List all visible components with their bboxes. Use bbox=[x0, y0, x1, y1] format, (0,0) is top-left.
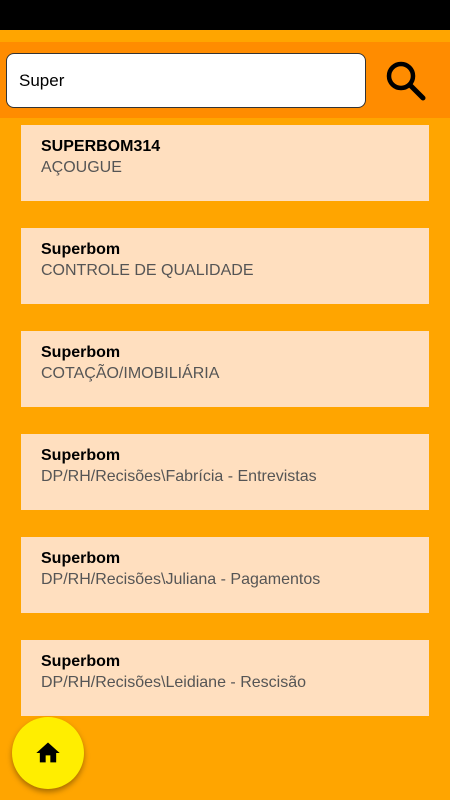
status-bar bbox=[0, 0, 450, 30]
item-subtitle: DP/RH/Recisões\Fabrícia - Entrevistas bbox=[41, 468, 317, 485]
item-title: Superbom bbox=[41, 344, 121, 361]
search-button[interactable] bbox=[378, 55, 434, 107]
list-item[interactable]: Superbom CONTROLE DE QUALIDADE bbox=[21, 228, 429, 304]
item-subtitle: DP/RH/Recisões\Leidiane - Rescisão bbox=[41, 674, 306, 691]
search-input[interactable] bbox=[6, 53, 366, 108]
results-list: SUPERBOM314 AÇOUGUE Superbom CONTROLE DE… bbox=[21, 125, 429, 743]
item-subtitle: COTAÇÃO/IMOBILIÁRIA bbox=[41, 365, 220, 382]
item-subtitle: CONTROLE DE QUALIDADE bbox=[41, 262, 254, 279]
list-item[interactable]: SUPERBOM314 AÇOUGUE bbox=[21, 125, 429, 201]
list-item[interactable]: Superbom COTAÇÃO/IMOBILIÁRIA bbox=[21, 331, 429, 407]
search-icon bbox=[386, 61, 426, 101]
item-subtitle: AÇOUGUE bbox=[41, 159, 122, 176]
item-title: Superbom bbox=[41, 550, 121, 567]
item-title: Superbom bbox=[41, 447, 121, 464]
search-bar bbox=[0, 42, 450, 118]
item-title: Superbom bbox=[41, 653, 121, 670]
list-item[interactable]: Superbom DP/RH/Recisões\Juliana - Pagame… bbox=[21, 537, 429, 613]
home-icon bbox=[36, 742, 60, 763]
list-item[interactable]: Superbom DP/RH/Recisões\Leidiane - Resci… bbox=[21, 640, 429, 716]
item-title: SUPERBOM314 bbox=[41, 138, 161, 155]
list-item[interactable]: Superbom DP/RH/Recisões\Fabrícia - Entre… bbox=[21, 434, 429, 510]
item-title: Superbom bbox=[41, 241, 121, 258]
home-button[interactable] bbox=[12, 717, 84, 789]
item-subtitle: DP/RH/Recisões\Juliana - Pagamentos bbox=[41, 571, 321, 588]
